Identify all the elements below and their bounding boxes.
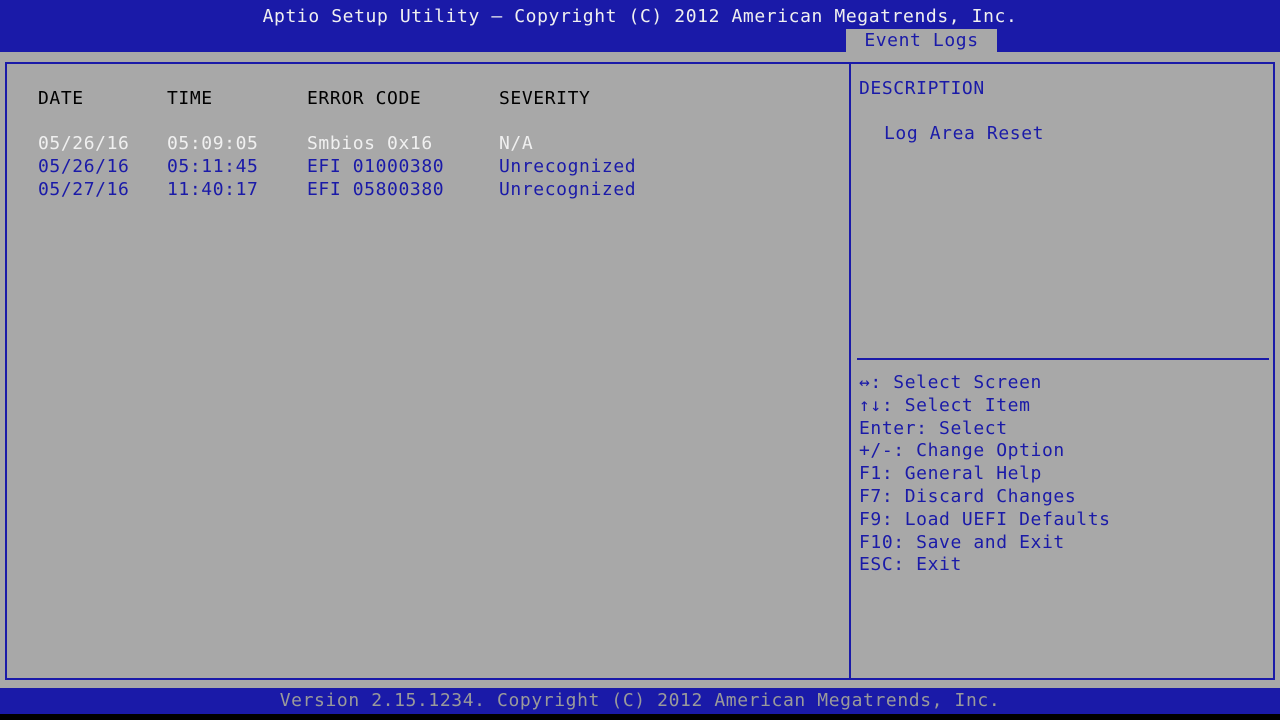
key-hint-select-screen: ↔: Select Screen xyxy=(859,372,1042,393)
description-heading: DESCRIPTION xyxy=(859,78,985,99)
main-area: DATE TIME ERROR CODE SEVERITY 05/26/16 0… xyxy=(0,52,1280,688)
key-hint-discard-changes: F7: Discard Changes xyxy=(859,485,1077,507)
column-header-severity: SEVERITY xyxy=(499,88,591,109)
event-log-panel: DATE TIME ERROR CODE SEVERITY 05/26/16 0… xyxy=(5,62,851,680)
tab-event-logs[interactable]: Event Logs xyxy=(846,29,997,52)
column-header-date: DATE xyxy=(38,88,84,109)
log-date: 05/26/16 xyxy=(38,156,130,177)
log-severity: Unrecognized xyxy=(499,179,637,200)
log-severity: Unrecognized xyxy=(499,156,637,177)
log-row-1[interactable]: 05/26/16 05:09:05 Smbios 0x16 N/A xyxy=(7,133,847,156)
log-date: 05/26/16 xyxy=(38,133,130,154)
key-legend: ↔: Select Screen ↑↓: Select Item Enter: … xyxy=(859,372,1111,577)
log-date: 05/27/16 xyxy=(38,179,130,200)
help-divider xyxy=(857,358,1269,360)
log-row-3[interactable]: 05/27/16 11:40:17 EFI 05800380 Unrecogni… xyxy=(7,179,847,202)
version-text: Version 2.15.1234. Copyright (C) 2012 Am… xyxy=(279,690,1001,711)
log-error-code: EFI 01000380 xyxy=(307,156,445,177)
log-time: 05:09:05 xyxy=(167,133,259,154)
title-bar: Aptio Setup Utility – Copyright (C) 2012… xyxy=(0,0,1280,52)
log-error-code: EFI 05800380 xyxy=(307,179,445,200)
key-hint-general-help: F1: General Help xyxy=(859,463,1042,485)
log-severity: N/A xyxy=(499,133,534,154)
key-hint-enter: Enter: Select xyxy=(859,417,1008,439)
log-error-code: Smbios 0x16 xyxy=(307,133,433,154)
key-hint-select-item: ↑↓: Select Item xyxy=(859,394,1031,416)
log-time: 05:11:45 xyxy=(167,156,259,177)
app-title: Aptio Setup Utility – Copyright (C) 2012… xyxy=(262,6,1018,27)
key-hint-change-option: +/-: Change Option xyxy=(859,440,1065,462)
log-time: 11:40:17 xyxy=(167,179,259,200)
log-row-2[interactable]: 05/26/16 05:11:45 EFI 01000380 Unrecogni… xyxy=(7,156,847,179)
footer-bar: Version 2.15.1234. Copyright (C) 2012 Am… xyxy=(0,688,1280,714)
column-header-error-code: ERROR CODE xyxy=(307,88,422,109)
help-panel: DESCRIPTION Log Area Reset ↔: Select Scr… xyxy=(849,62,1275,680)
key-hint-save-exit: F10: Save and Exit xyxy=(859,531,1065,553)
column-header-time: TIME xyxy=(167,88,213,109)
key-hint-load-defaults: F9: Load UEFI Defaults xyxy=(859,508,1111,530)
screen-bottom-border xyxy=(0,714,1280,720)
description-text: Log Area Reset xyxy=(884,123,1045,144)
key-hint-exit: ESC: Exit xyxy=(859,554,962,576)
